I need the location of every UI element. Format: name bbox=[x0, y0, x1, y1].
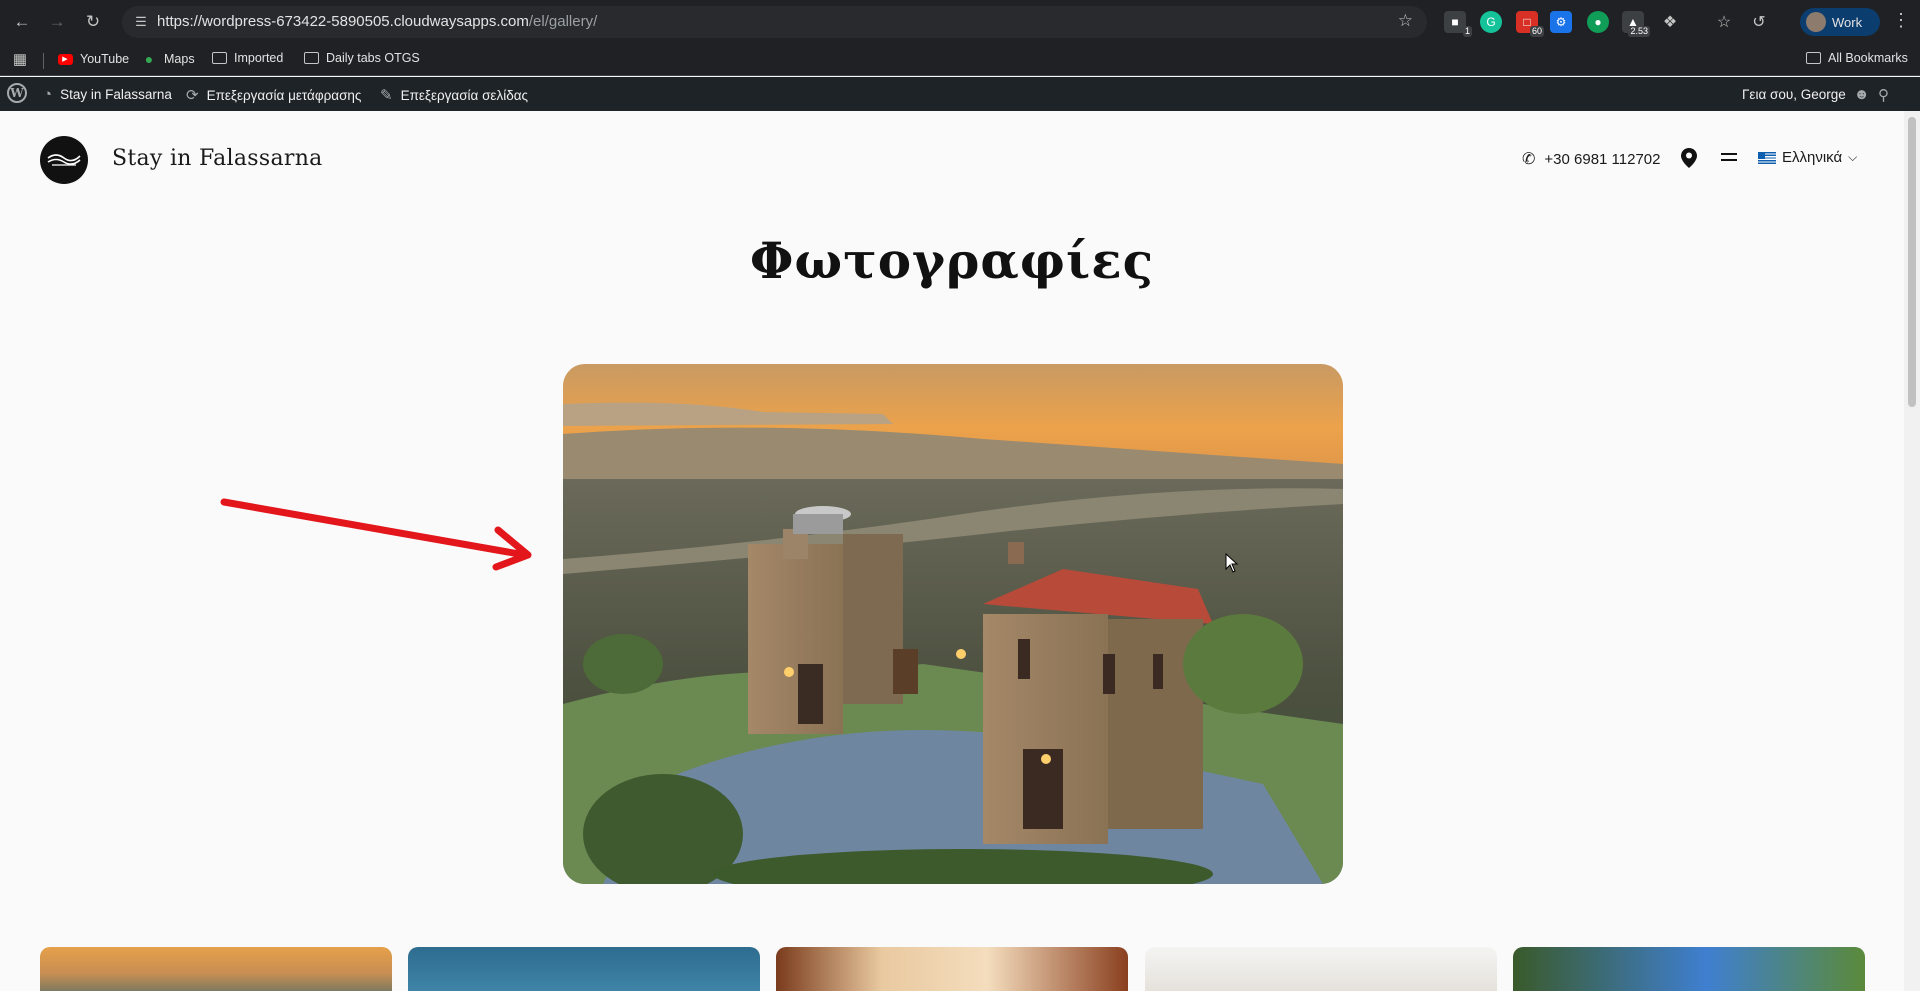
wave-logo-icon bbox=[47, 154, 81, 166]
location-pin-icon[interactable] bbox=[1680, 147, 1698, 169]
youtube-icon: ▶ bbox=[57, 51, 73, 67]
back-icon[interactable]: ← bbox=[10, 10, 34, 34]
wp-user-greeting[interactable]: Γεια σου, George ☻ bbox=[1742, 86, 1870, 103]
language-switcher[interactable]: Ελληνικά ⌵ bbox=[1758, 149, 1857, 166]
wordpress-logo-icon[interactable]: W bbox=[7, 83, 27, 103]
reading-list-icon[interactable]: ☆ bbox=[1713, 11, 1735, 33]
profile-button[interactable]: Work bbox=[1800, 8, 1880, 36]
extensions-puzzle-icon[interactable]: ❖ bbox=[1659, 11, 1681, 33]
gallery-thumbnail-1[interactable] bbox=[40, 947, 392, 991]
calendar-extension-icon[interactable]: □ 60 bbox=[1516, 11, 1544, 37]
timer-extension-icon[interactable]: ▲ 2.53 bbox=[1622, 11, 1650, 37]
wp-admin-bar: W ◔ Stay in Falassarna ⟳ Επεξεργασία μετ… bbox=[0, 77, 1920, 111]
mouse-cursor-icon bbox=[1225, 553, 1239, 573]
apps-grid-icon[interactable]: ▦ bbox=[12, 51, 35, 68]
address-bar[interactable]: ☰ https://wordpress-673422-5890505.cloud… bbox=[122, 6, 1427, 38]
gallery-main-photo[interactable] bbox=[563, 364, 1343, 884]
url-text[interactable]: https://wordpress-673422-5890505.cloudwa… bbox=[157, 13, 597, 30]
folder-icon bbox=[1806, 52, 1821, 64]
site-page: Stay in Falassarna ✆ +30 6981 112702 Ελλ… bbox=[0, 111, 1904, 991]
folder-icon bbox=[212, 52, 227, 64]
site-info-icon[interactable]: ☰ bbox=[132, 13, 150, 31]
site-title[interactable]: Stay in Falassarna bbox=[112, 146, 323, 171]
forward-icon[interactable]: → bbox=[45, 10, 69, 34]
gallery-thumbnail-2[interactable] bbox=[408, 947, 760, 991]
bookmark-imported[interactable]: Imported bbox=[212, 51, 283, 65]
translation-icon: ⟳ bbox=[186, 87, 199, 104]
greek-flag-icon bbox=[1758, 151, 1776, 164]
menu-kebab-icon[interactable]: ⋮ bbox=[1892, 10, 1910, 31]
pencil-icon: ✎ bbox=[380, 87, 393, 104]
scrollbar-thumb[interactable] bbox=[1908, 117, 1916, 407]
phone-link[interactable]: ✆ +30 6981 112702 bbox=[1522, 149, 1661, 169]
grammarly-icon[interactable]: G bbox=[1480, 11, 1502, 33]
wp-site-link[interactable]: ◔ Stay in Falassarna bbox=[43, 86, 172, 103]
dashboard-icon: ◔ bbox=[43, 86, 53, 103]
browser-toolbar: ← → ↻ ☰ https://wordpress-673422-5890505… bbox=[0, 0, 1920, 44]
bookmark-star-icon[interactable]: ☆ bbox=[1398, 11, 1413, 31]
bookmark-maps[interactable]: ● Maps bbox=[141, 51, 195, 67]
profile-label: Work bbox=[1832, 14, 1863, 30]
bookmark-youtube[interactable]: ▶ YouTube bbox=[57, 51, 129, 67]
gallery-thumbnail-5[interactable] bbox=[1513, 947, 1865, 991]
bookmark-daily-tabs[interactable]: Daily tabs OTGS bbox=[304, 51, 420, 65]
gallery-thumbnail-3[interactable] bbox=[776, 947, 1128, 991]
gear-extension-icon[interactable]: ⚙ bbox=[1550, 11, 1572, 33]
extension-icon[interactable]: ■ 1 bbox=[1444, 11, 1472, 37]
wp-edit-translation[interactable]: ⟳ Επεξεργασία μετάφρασης bbox=[186, 86, 361, 104]
bookmarks-bar: ▦ ▶ YouTube ● Maps Imported Daily tabs O… bbox=[0, 44, 1920, 76]
history-icon[interactable]: ↺ bbox=[1748, 11, 1770, 33]
site-logo[interactable] bbox=[40, 136, 88, 184]
chevron-down-icon: ⌵ bbox=[1848, 150, 1858, 164]
hamburger-menu-icon[interactable] bbox=[1720, 151, 1738, 163]
annotation-arrow-icon bbox=[220, 498, 532, 571]
user-icon: ☻ bbox=[1853, 86, 1870, 103]
page-scrollbar[interactable] bbox=[1904, 111, 1920, 991]
all-bookmarks[interactable]: All Bookmarks bbox=[1806, 51, 1908, 65]
reload-icon[interactable]: ↻ bbox=[81, 10, 105, 34]
wp-edit-page[interactable]: ✎ Επεξεργασία σελίδας bbox=[380, 86, 528, 104]
maps-icon: ● bbox=[144, 51, 154, 67]
phone-icon: ✆ bbox=[1522, 151, 1536, 168]
avatar bbox=[1806, 12, 1826, 32]
page-title: Φωτογραφίες bbox=[749, 231, 1155, 290]
wp-search-icon[interactable]: ⚲ bbox=[1878, 86, 1889, 104]
bookmark-divider bbox=[43, 53, 44, 69]
edge-extension-icon[interactable]: ● bbox=[1587, 11, 1609, 33]
folder-icon bbox=[304, 52, 319, 64]
gallery-thumbnail-4[interactable] bbox=[1145, 947, 1497, 991]
